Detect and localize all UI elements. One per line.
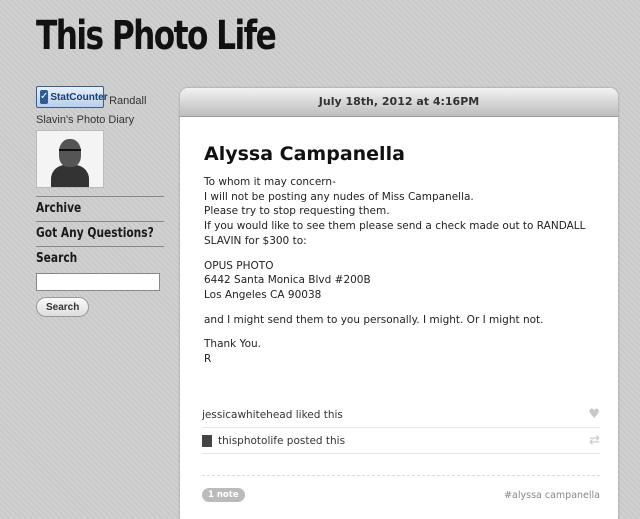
avatar-glasses <box>59 149 81 156</box>
signoff-line: Thank You. <box>204 338 262 351</box>
avatar-body <box>51 165 89 187</box>
statcounter-badge[interactable]: ✓ StatCounter <box>36 86 108 108</box>
post-title: Alyssa Campanella <box>204 143 405 165</box>
search-input[interactable] <box>36 273 160 291</box>
address-line: Los Angeles CA 90038 <box>204 288 322 301</box>
statcounter-icon: ✓ <box>40 90 49 104</box>
post-footer: 1 note #alyssa campanella <box>202 486 600 504</box>
notes-list: jessicawhitehead liked this ♥ thisphotol… <box>202 402 600 454</box>
site-title[interactable]: This Photo Life <box>36 6 277 66</box>
note-row: jessicawhitehead liked this ♥ <box>202 402 600 428</box>
address-line: OPUS PHOTO <box>204 259 274 272</box>
signoff-line: R <box>204 353 212 366</box>
address-line: 6442 Santa Monica Blvd #200B <box>204 274 371 287</box>
body-line: If you would like to see them please sen… <box>204 220 586 247</box>
heart-icon[interactable]: ♥ <box>588 407 600 422</box>
paragraph-address: OPUS PHOTO 6442 Santa Monica Blvd #200B … <box>204 259 594 303</box>
user-avatar-icon[interactable] <box>202 434 212 447</box>
tag-link[interactable]: #alyssa campanella <box>504 490 600 501</box>
questions-link[interactable]: Got Any Questions? <box>36 222 154 246</box>
paragraph-closing: and I might send them to you personally.… <box>204 313 544 326</box>
post-date[interactable]: July 18th, 2012 at 4:16PM <box>180 88 618 117</box>
note-text[interactable]: jessicawhitehead liked this <box>202 409 588 421</box>
sidebar: ✓ StatCounter Randall Slavin's Photo Dia… <box>36 86 164 317</box>
avatar[interactable] <box>36 130 104 188</box>
body-line: Please try to stop requesting them. <box>204 205 390 218</box>
post-card: July 18th, 2012 at 4:16PM Alyssa Campane… <box>180 88 618 519</box>
statcounter-block: ✓ StatCounter Randall Slavin's Photo Dia… <box>36 86 164 127</box>
note-count-badge[interactable]: 1 note <box>202 488 245 502</box>
search-heading: Search <box>36 251 78 266</box>
post-body: To whom it may concern- I will not be po… <box>204 175 594 367</box>
statcounter-label: StatCounter <box>50 91 108 103</box>
note-row: thisphotolife posted this ⇄ <box>202 428 600 454</box>
search-button[interactable]: Search <box>36 297 90 317</box>
body-line: To whom it may concern- <box>204 176 336 188</box>
paragraph-signoff: Thank You. R <box>204 337 594 366</box>
divider <box>202 475 600 476</box>
note-text[interactable]: thisphotolife posted this <box>218 435 589 447</box>
reblog-icon[interactable]: ⇄ <box>589 433 600 448</box>
paragraph-intro: To whom it may concern- I will not be po… <box>204 175 594 249</box>
body-line: I will not be posting any nudes of Miss … <box>204 190 474 203</box>
archive-link[interactable]: Archive <box>36 197 141 221</box>
